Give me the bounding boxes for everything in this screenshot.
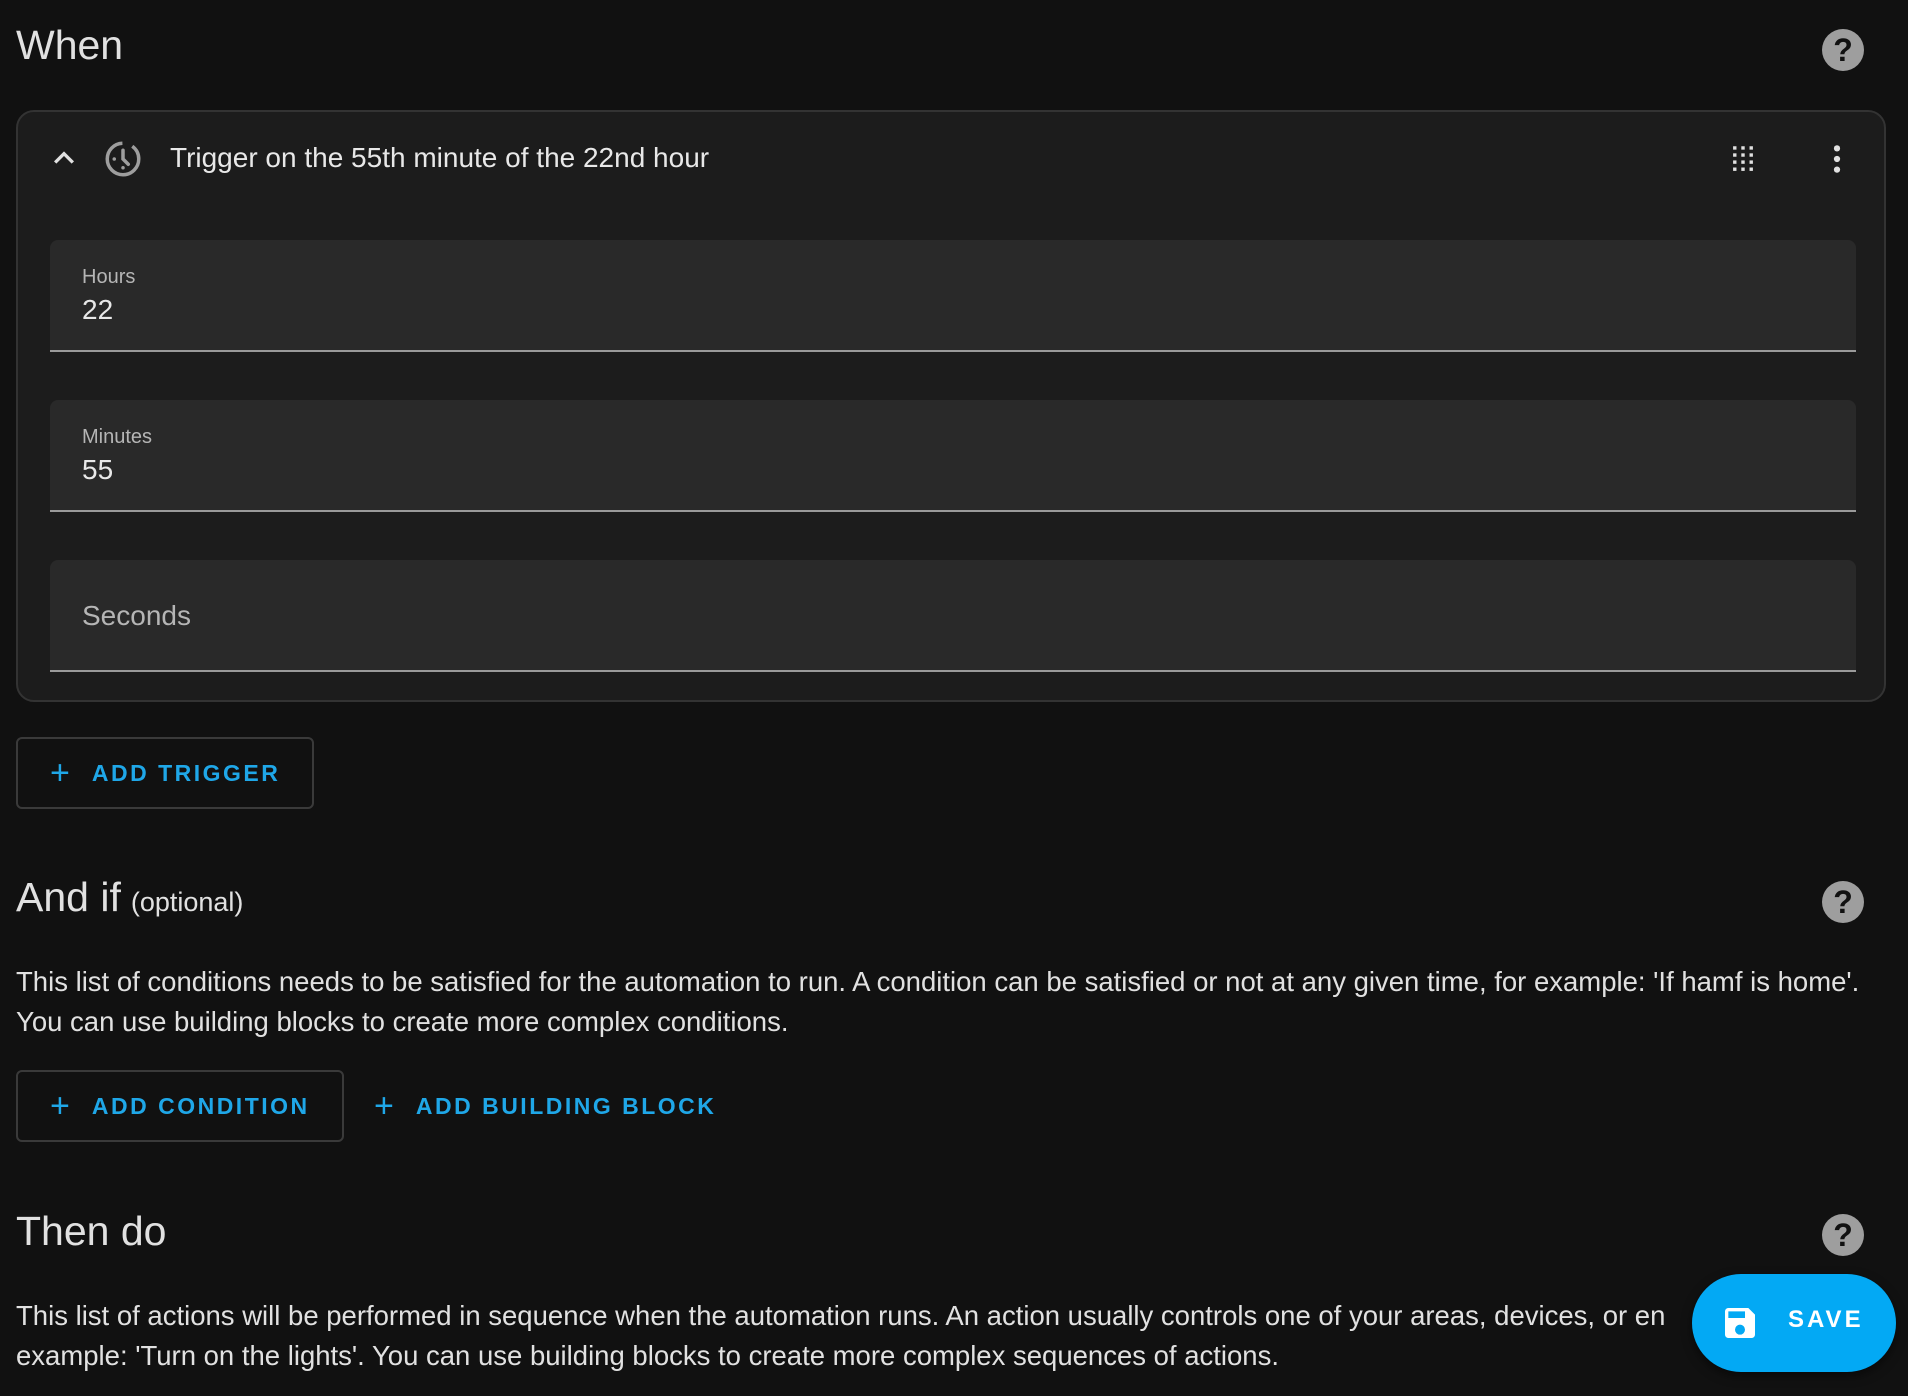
seconds-placeholder: Seconds: [82, 600, 191, 631]
and-if-section-title: And if (optional): [16, 874, 243, 921]
then-do-help-icon[interactable]: ?: [1822, 1214, 1864, 1256]
automation-editor: When ? Trigger on the 55th minute of the…: [0, 0, 1908, 1396]
plus-icon: +: [50, 1087, 70, 1125]
more-vertical-icon[interactable]: [1820, 142, 1854, 176]
add-trigger-label: ADD TRIGGER: [91, 759, 281, 786]
when-section-title: When: [16, 22, 123, 69]
then-do-title: Then do: [16, 1208, 167, 1254]
when-help-icon[interactable]: ?: [1822, 29, 1864, 71]
add-building-block-label: ADD BUILDING BLOCK: [415, 1092, 717, 1119]
minutes-label: Minutes: [82, 426, 153, 448]
save-button[interactable]: SAVE: [1692, 1274, 1896, 1372]
when-title: When: [16, 22, 124, 68]
then-do-section-title: Then do: [16, 1208, 166, 1255]
trigger-title: Trigger on the 55th minute of the 22nd h…: [170, 142, 710, 173]
and-if-title: And if: [16, 874, 121, 920]
add-condition-label: ADD CONDITION: [91, 1092, 310, 1119]
hours-label: Hours: [82, 266, 136, 288]
clock-outline-icon: [105, 141, 141, 177]
hours-value: 22: [82, 294, 114, 325]
minutes-value: 55: [82, 454, 114, 485]
trigger-card: Trigger on the 55th minute of the 22nd h…: [16, 110, 1886, 702]
and-if-help-icon[interactable]: ?: [1822, 881, 1864, 923]
seconds-field[interactable]: Seconds: [50, 560, 1856, 672]
save-label: SAVE: [1788, 1306, 1864, 1333]
then-do-description-line2: example: 'Turn on the lights'. You can u…: [16, 1340, 1279, 1371]
then-do-description: This list of actions will be performed i…: [16, 1300, 1666, 1331]
add-building-block-button[interactable]: + ADD BUILDING BLOCK: [374, 1070, 716, 1142]
trigger-card-header[interactable]: Trigger on the 55th minute of the 22nd h…: [18, 112, 1884, 208]
plus-icon: +: [50, 754, 70, 792]
hours-field[interactable]: Hours 22: [50, 240, 1856, 352]
and-if-description: This list of conditions needs to be sati…: [16, 966, 1860, 1037]
minutes-field[interactable]: Minutes 55: [50, 400, 1856, 512]
add-condition-button[interactable]: + ADD CONDITION: [16, 1070, 344, 1142]
drag-handle-icon[interactable]: [1726, 142, 1760, 176]
add-trigger-button[interactable]: + ADD TRIGGER: [16, 737, 315, 809]
and-if-optional: (optional): [130, 887, 244, 917]
chevron-up-icon[interactable]: [44, 138, 84, 178]
plus-icon: +: [374, 1087, 394, 1125]
content-save-icon: [1725, 1308, 1755, 1338]
